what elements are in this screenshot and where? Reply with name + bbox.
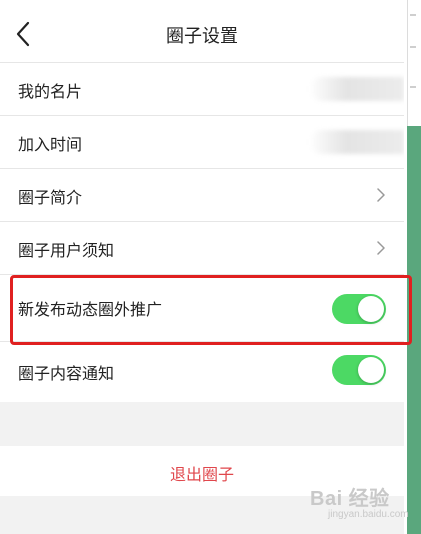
row-my-card[interactable]: 我的名片 [0, 62, 404, 115]
side-mark [410, 14, 416, 16]
row-join-time: 加入时间 [0, 115, 404, 168]
notification-toggle[interactable] [332, 355, 386, 385]
toggle-knob [358, 296, 384, 322]
chevron-right-icon [377, 188, 385, 202]
background-green-panel [407, 126, 421, 534]
row-outside-promotion: 新发布动态圈外推广 [0, 274, 404, 341]
circle-settings-screen: 圈子设置 我的名片 加入时间 圈子简介 圈子用户须知 新发布动态圈外推广 圈子内… [0, 0, 404, 534]
row-user-notice[interactable]: 圈子用户须知 [0, 221, 404, 274]
watermark: Bai 经验 jingyan.baidu.com [310, 482, 409, 520]
side-mark [410, 46, 416, 48]
row-content-notification: 圈子内容通知 [0, 341, 404, 402]
watermark-sub: jingyan.baidu.com [328, 509, 409, 520]
blurred-value [309, 77, 404, 101]
settings-list: 我的名片 加入时间 圈子简介 圈子用户须知 新发布动态圈外推广 圈子内容通知 [0, 62, 404, 402]
row-label: 圈子内容通知 [18, 364, 115, 383]
row-label: 新发布动态圈外推广 [18, 300, 163, 319]
row-label: 圈子简介 [18, 188, 83, 207]
row-circle-intro[interactable]: 圈子简介 [0, 168, 404, 221]
row-label: 圈子用户须知 [18, 241, 115, 260]
nav-bar: 圈子设置 [0, 0, 404, 62]
side-mark [410, 86, 416, 88]
row-label: 加入时间 [18, 135, 83, 154]
row-label: 我的名片 [18, 82, 83, 101]
page-title: 圈子设置 [166, 26, 238, 47]
chevron-right-icon [377, 241, 385, 255]
watermark-main: Bai 经验 [310, 488, 390, 510]
window-edge [407, 0, 408, 126]
promotion-toggle[interactable] [332, 294, 386, 324]
blurred-value [309, 130, 404, 154]
toggle-knob [358, 357, 384, 383]
